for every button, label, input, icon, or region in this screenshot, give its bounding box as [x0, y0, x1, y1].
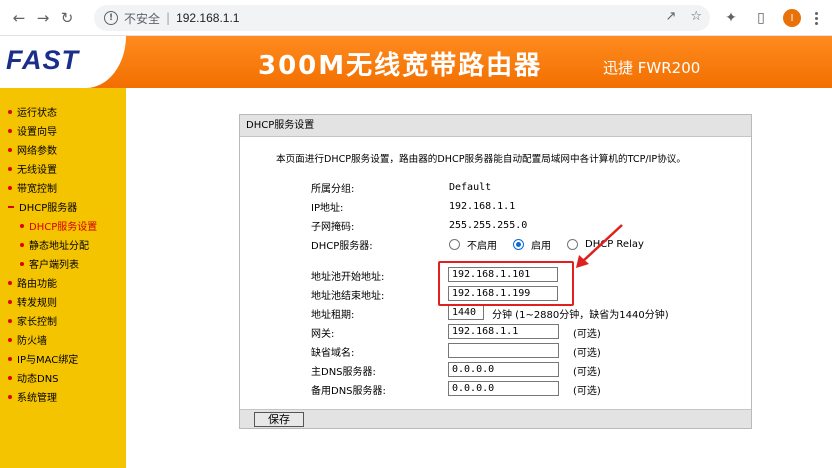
share-icon[interactable]: ↗ [665, 9, 676, 24]
gateway-label: 网关: [311, 328, 335, 340]
dns2-input[interactable]: 0.0.0.0 [448, 381, 559, 396]
save-button[interactable]: 保存 [254, 412, 304, 427]
extensions-icon[interactable]: ✦ [723, 10, 739, 26]
ip-label: IP地址: [311, 202, 344, 214]
sidebar-item-forwarding[interactable]: 转发规则 [8, 292, 97, 311]
back-icon[interactable]: ← [10, 9, 28, 27]
pool-end-label: 地址池结束地址: [311, 290, 385, 302]
lease-note: 分钟 (1~2880分钟，缺省为1440分钟) [492, 309, 669, 321]
sidebar-item-static-address[interactable]: 静态地址分配 [8, 235, 97, 254]
bookmark-star-icon[interactable]: ☆ [690, 9, 702, 24]
dns1-optional: (可选) [573, 366, 601, 378]
url-separator: | [166, 11, 171, 25]
sidebar: 运行状态 设置向导 网络参数 无线设置 带宽控制 DHCP服务器 DHCP服务设… [0, 88, 126, 468]
sidebar-item-bandwidth[interactable]: 带宽控制 [8, 178, 97, 197]
group-value: Default [449, 181, 492, 193]
panel-footer: 保存 [240, 409, 751, 428]
sidebar-item-wireless[interactable]: 无线设置 [8, 159, 97, 178]
insecure-label: 不安全 [124, 11, 161, 26]
lease-label: 地址租期: [311, 309, 355, 321]
sidebar-item-wizard[interactable]: 设置向导 [8, 121, 97, 140]
sidebar-item-routing[interactable]: 路由功能 [8, 273, 97, 292]
sidebar-item-status[interactable]: 运行状态 [8, 102, 97, 121]
sidebar-item-network[interactable]: 网络参数 [8, 140, 97, 159]
annotation-arrow-icon [576, 224, 623, 268]
browser-toolbar: ← → ↻ ! 不安全 | 192.168.1.1 ↗ ☆ ✦ ▯ I [0, 0, 832, 36]
mask-value: 255.255.255.0 [449, 219, 528, 231]
sidebar-item-dhcp-settings[interactable]: DHCP服务设置 [8, 216, 97, 235]
dhcp-server-radio-group: 不启用 启用 DHCP Relay [449, 236, 660, 252]
sidebar-item-firewall[interactable]: 防火墙 [8, 330, 97, 349]
pool-start-label: 地址池开始地址: [311, 271, 385, 283]
dns1-label: 主DNS服务器: [311, 366, 376, 378]
reload-icon[interactable]: ↻ [58, 9, 76, 27]
dns2-optional: (可选) [573, 385, 601, 397]
dns1-input[interactable]: 0.0.0.0 [448, 362, 559, 377]
sidebar-item-dhcp[interactable]: DHCP服务器 [8, 197, 97, 216]
dhcp-disable-label: 不启用 [467, 240, 497, 252]
menu-icon[interactable] [815, 11, 818, 25]
lease-input[interactable]: 1440 [448, 305, 484, 320]
sidebar-item-ip-mac[interactable]: IP与MAC绑定 [8, 349, 97, 368]
sidebar-item-client-list[interactable]: 客户端列表 [8, 254, 97, 273]
gateway-optional: (可选) [573, 328, 601, 340]
sidebar-item-ddns[interactable]: 动态DNS [8, 368, 97, 387]
warning-icon[interactable]: ! [104, 11, 118, 25]
dhcp-enable-radio[interactable] [513, 238, 524, 250]
sidebar-item-system[interactable]: 系统管理 [8, 387, 97, 406]
ip-value: 192.168.1.1 [449, 200, 516, 212]
dhcp-enable-label: 启用 [531, 240, 551, 252]
sidebar-menu: 运行状态 设置向导 网络参数 无线设置 带宽控制 DHCP服务器 DHCP服务设… [8, 102, 97, 406]
forward-icon[interactable]: → [34, 9, 52, 27]
mask-label: 子网掩码: [311, 221, 355, 233]
dns2-label: 备用DNS服务器: [311, 385, 386, 397]
annotation-highlight-box [438, 261, 574, 306]
group-label: 所属分组: [311, 183, 355, 195]
url-text[interactable]: 192.168.1.1 [176, 11, 239, 25]
logo-area: FAST [0, 36, 126, 88]
domain-input[interactable] [448, 343, 559, 358]
brand-logo: FAST [6, 45, 80, 75]
panel-title: DHCP服务设置 [240, 115, 751, 137]
gateway-input[interactable]: 192.168.1.1 [448, 324, 559, 339]
dhcp-disable-radio[interactable] [449, 238, 460, 250]
domain-optional: (可选) [573, 347, 601, 359]
sidebar-item-parental[interactable]: 家长控制 [8, 311, 97, 330]
address-bar[interactable]: ! 不安全 | 192.168.1.1 ↗ ☆ [94, 5, 710, 31]
router-header: FAST 300M无线宽带路由器 迅捷 FWR200 [0, 36, 832, 88]
domain-label: 缺省域名: [311, 347, 355, 359]
panel-intro: 本页面进行DHCP服务设置，路由器的DHCP服务器能自动配置局域网中各计算机的T… [276, 154, 686, 165]
profile-avatar[interactable]: I [783, 9, 801, 27]
side-panel-icon[interactable]: ▯ [753, 10, 769, 26]
dhcp-server-label: DHCP服务器: [311, 240, 373, 252]
product-title: 300M无线宽带路由器 [258, 51, 543, 81]
product-model: 迅捷 FWR200 [603, 59, 701, 77]
